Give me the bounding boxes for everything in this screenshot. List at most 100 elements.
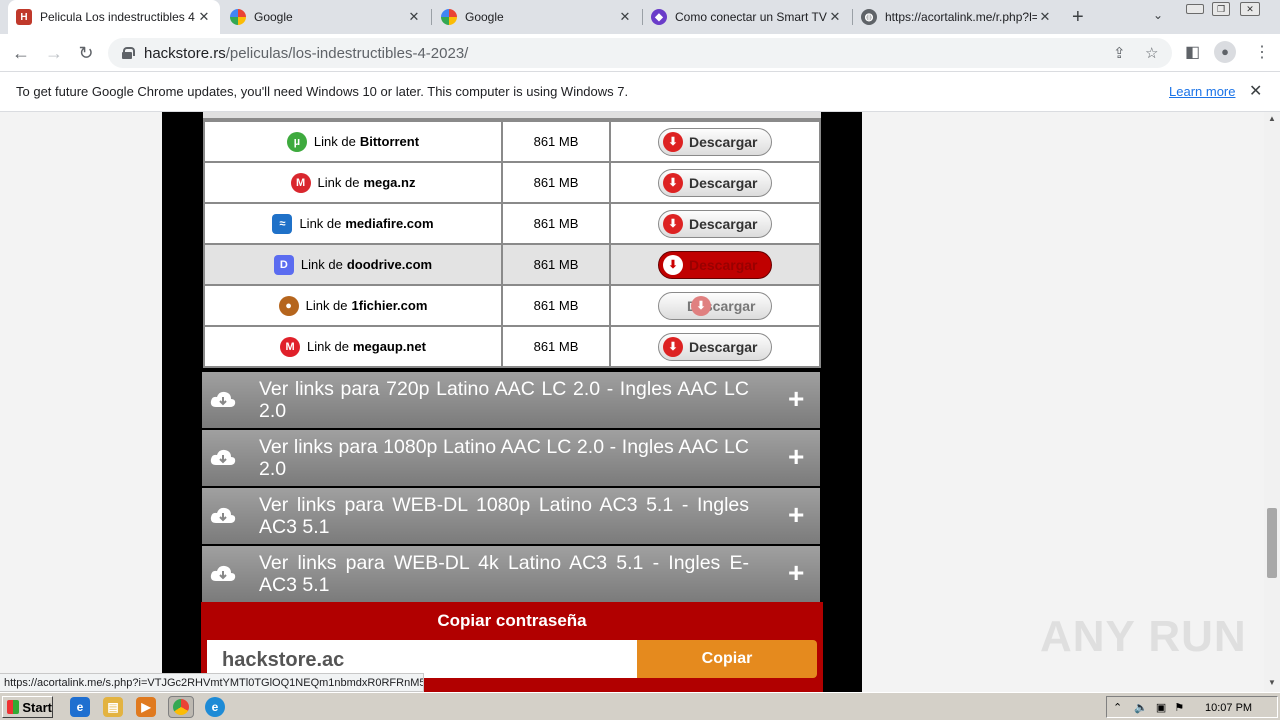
browser-toolbar: ← → ↻ hackstore.rs/peliculas/los-indestr…: [0, 34, 1280, 72]
media-player-icon[interactable]: ▶: [136, 697, 156, 717]
status-bar-url: https://acortalink.me/s.php?i=VTJGc2RHVm…: [0, 673, 424, 692]
volume-icon[interactable]: 🔈: [1134, 701, 1148, 714]
back-arrow-icon[interactable]: ←: [11, 43, 31, 64]
learn-more-link[interactable]: Learn more: [1169, 84, 1235, 99]
mediafire-icon: ≈: [272, 213, 293, 234]
host-name: mediafire.com: [345, 216, 434, 231]
scrollbar-thumb[interactable]: [1267, 508, 1277, 578]
host-name: Bittorrent: [359, 134, 420, 149]
size-cell: 861 MB: [501, 325, 611, 368]
button-cell: ⬇ Descargar: [609, 243, 821, 286]
expand-plus-icon[interactable]: +: [788, 501, 804, 529]
button-label: Descargar: [689, 174, 758, 191]
tab-acortalink[interactable]: ◍ https://acortalink.me/r.php?l= ✕: [853, 0, 1061, 34]
accordion-1080p[interactable]: Ver links para 1080p Latino AAC LC 2.0 -…: [202, 430, 820, 486]
new-tab-button[interactable]: +: [1072, 6, 1084, 29]
close-tab-icon[interactable]: ✕: [196, 9, 212, 25]
accordion-720p[interactable]: Ver links para 720p Latino AAC LC 2.0 - …: [202, 372, 820, 428]
tab-google-1[interactable]: Google ✕: [222, 0, 430, 34]
mega-icon: M: [290, 172, 311, 193]
table-row: µ Link de Bittorrent 861 MB ⬇ Descargar: [203, 120, 821, 163]
table-row: M Link de mega.nz 861 MB ⬇ Descargar: [203, 161, 821, 204]
descargar-button[interactable]: ⬇ Descargar: [658, 332, 772, 361]
accordion-webdl-1080p[interactable]: Ver links para WEB-DL 1080p Latino AC3 5…: [202, 488, 820, 544]
button-cell: ⬇ Descargar: [609, 120, 821, 163]
close-infobar-icon[interactable]: ✕: [1249, 81, 1262, 101]
edge-icon[interactable]: e: [205, 697, 225, 717]
expand-plus-icon[interactable]: +: [788, 559, 804, 587]
expand-plus-icon[interactable]: +: [788, 443, 804, 471]
url-path: /peliculas/los-indestructibles-4-2023/: [225, 44, 469, 62]
lock-icon[interactable]: [122, 47, 135, 59]
download-cloud-icon: ⬇: [663, 336, 683, 357]
internet-explorer-icon[interactable]: e: [70, 697, 90, 717]
accordion-label: Ver links para 720p Latino AAC LC 2.0 - …: [259, 378, 749, 422]
accordion-webdl-4k[interactable]: Ver links para WEB-DL 4k Latino AC3 5.1 …: [202, 546, 820, 602]
profile-avatar-icon[interactable]: ●: [1214, 41, 1236, 63]
page-viewport: µ Link de Bittorrent 861 MB ⬇ Descargar ML…: [0, 112, 1280, 692]
side-panel-icon[interactable]: ◧: [1185, 42, 1200, 62]
chrome-taskbar-icon[interactable]: [168, 696, 194, 718]
close-tab-icon[interactable]: ✕: [406, 9, 422, 25]
tab-title: Pelicula Los indestructibles 4 (2: [40, 10, 196, 24]
address-bar[interactable]: hackstore.rs/peliculas/los-indestructibl…: [108, 38, 1172, 68]
cloud-download-icon: [210, 507, 236, 523]
tab-smart-tv[interactable]: ◆ Como conectar un Smart TV a ✕: [643, 0, 851, 34]
tab-title: Google: [465, 10, 504, 24]
button-cell: ⬇ Descargar: [609, 202, 821, 245]
folder-icon[interactable]: ▤: [103, 697, 123, 717]
descargar-button[interactable]: ⬇ Descargar: [658, 209, 772, 238]
tab-title: https://acortalink.me/r.php?l=: [885, 10, 1037, 24]
size-cell: 861 MB: [501, 161, 611, 204]
start-button[interactable]: Start: [2, 696, 53, 718]
close-tab-icon[interactable]: ✕: [1037, 9, 1053, 25]
cloud-download-icon: [210, 565, 236, 581]
share-icon[interactable]: ⇪: [1113, 44, 1126, 62]
windows-flag-icon: [7, 700, 20, 714]
host-cell: M Link de mega.nz: [203, 161, 503, 204]
google-icon: [230, 9, 246, 25]
tab-google-2[interactable]: Google ✕: [433, 0, 641, 34]
table-row: ≈ Link de mediafire.com 861 MB ⬇ Descargar: [203, 202, 821, 245]
google-icon: [441, 9, 457, 25]
link-prefix: Link de: [313, 134, 356, 149]
expand-plus-icon[interactable]: +: [788, 385, 804, 413]
menu-kebab-icon[interactable]: ⋮: [1254, 42, 1270, 62]
size-cell: 861 MB: [501, 120, 611, 163]
download-cloud-icon: ⬇: [663, 213, 683, 234]
clock: 10:07 PM: [1205, 702, 1253, 714]
scroll-up-arrow-icon[interactable]: ▲: [1268, 114, 1276, 123]
network-icon[interactable]: ▣: [1156, 701, 1166, 714]
tab-title: Como conectar un Smart TV a: [675, 10, 827, 24]
download-cloud-icon: ⬇: [663, 131, 683, 152]
copy-password-button[interactable]: Copiar: [637, 640, 817, 678]
host-name: 1fichier.com: [351, 298, 428, 313]
forward-arrow-icon[interactable]: →: [44, 43, 64, 64]
descargar-button[interactable]: ⬇ Descargar: [658, 168, 772, 197]
button-label: Descargar: [689, 338, 758, 355]
size-cell: 861 MB: [501, 202, 611, 245]
descargar-button[interactable]: ⬇ Descargar: [658, 250, 772, 279]
table-row: ● Link de 1fichier.com 861 MB ⬇ Descargar: [203, 284, 821, 327]
action-center-flag-icon[interactable]: ⚑: [1174, 701, 1184, 714]
scroll-down-arrow-icon[interactable]: ▼: [1268, 678, 1276, 687]
tray-expand-icon[interactable]: ⌃: [1113, 701, 1122, 714]
table-row: D Link de doodrive.com 861 MB ⬇ Descargar: [203, 243, 821, 286]
close-tab-icon[interactable]: ✕: [617, 9, 633, 25]
close-tab-icon[interactable]: ✕: [827, 9, 843, 25]
accordion-label: Ver links para 1080p Latino AAC LC 2.0 -…: [259, 436, 749, 480]
descargar-button[interactable]: ⬇ Descargar: [658, 127, 772, 156]
close-window-button[interactable]: ✕: [1240, 2, 1260, 16]
restore-button[interactable]: ❐: [1212, 2, 1230, 16]
descargar-button[interactable]: ⬇ Descargar: [658, 291, 772, 320]
start-label: Start: [22, 699, 52, 715]
bookmark-star-icon[interactable]: ☆: [1145, 44, 1158, 62]
reload-icon[interactable]: ↻: [76, 43, 96, 64]
page-scrollbar[interactable]: ▲ ▼: [1264, 112, 1280, 692]
tab-search-chevron-icon[interactable]: ⌄: [1153, 8, 1163, 22]
minimize-button[interactable]: [1186, 4, 1204, 14]
tab-hackstore[interactable]: H Pelicula Los indestructibles 4 (2 ✕: [8, 0, 220, 34]
host-cell: ● Link de 1fichier.com: [203, 284, 503, 327]
accordion-label: Ver links para WEB-DL 1080p Latino AC3 5…: [259, 494, 749, 538]
button-label: Descargar: [689, 256, 758, 273]
